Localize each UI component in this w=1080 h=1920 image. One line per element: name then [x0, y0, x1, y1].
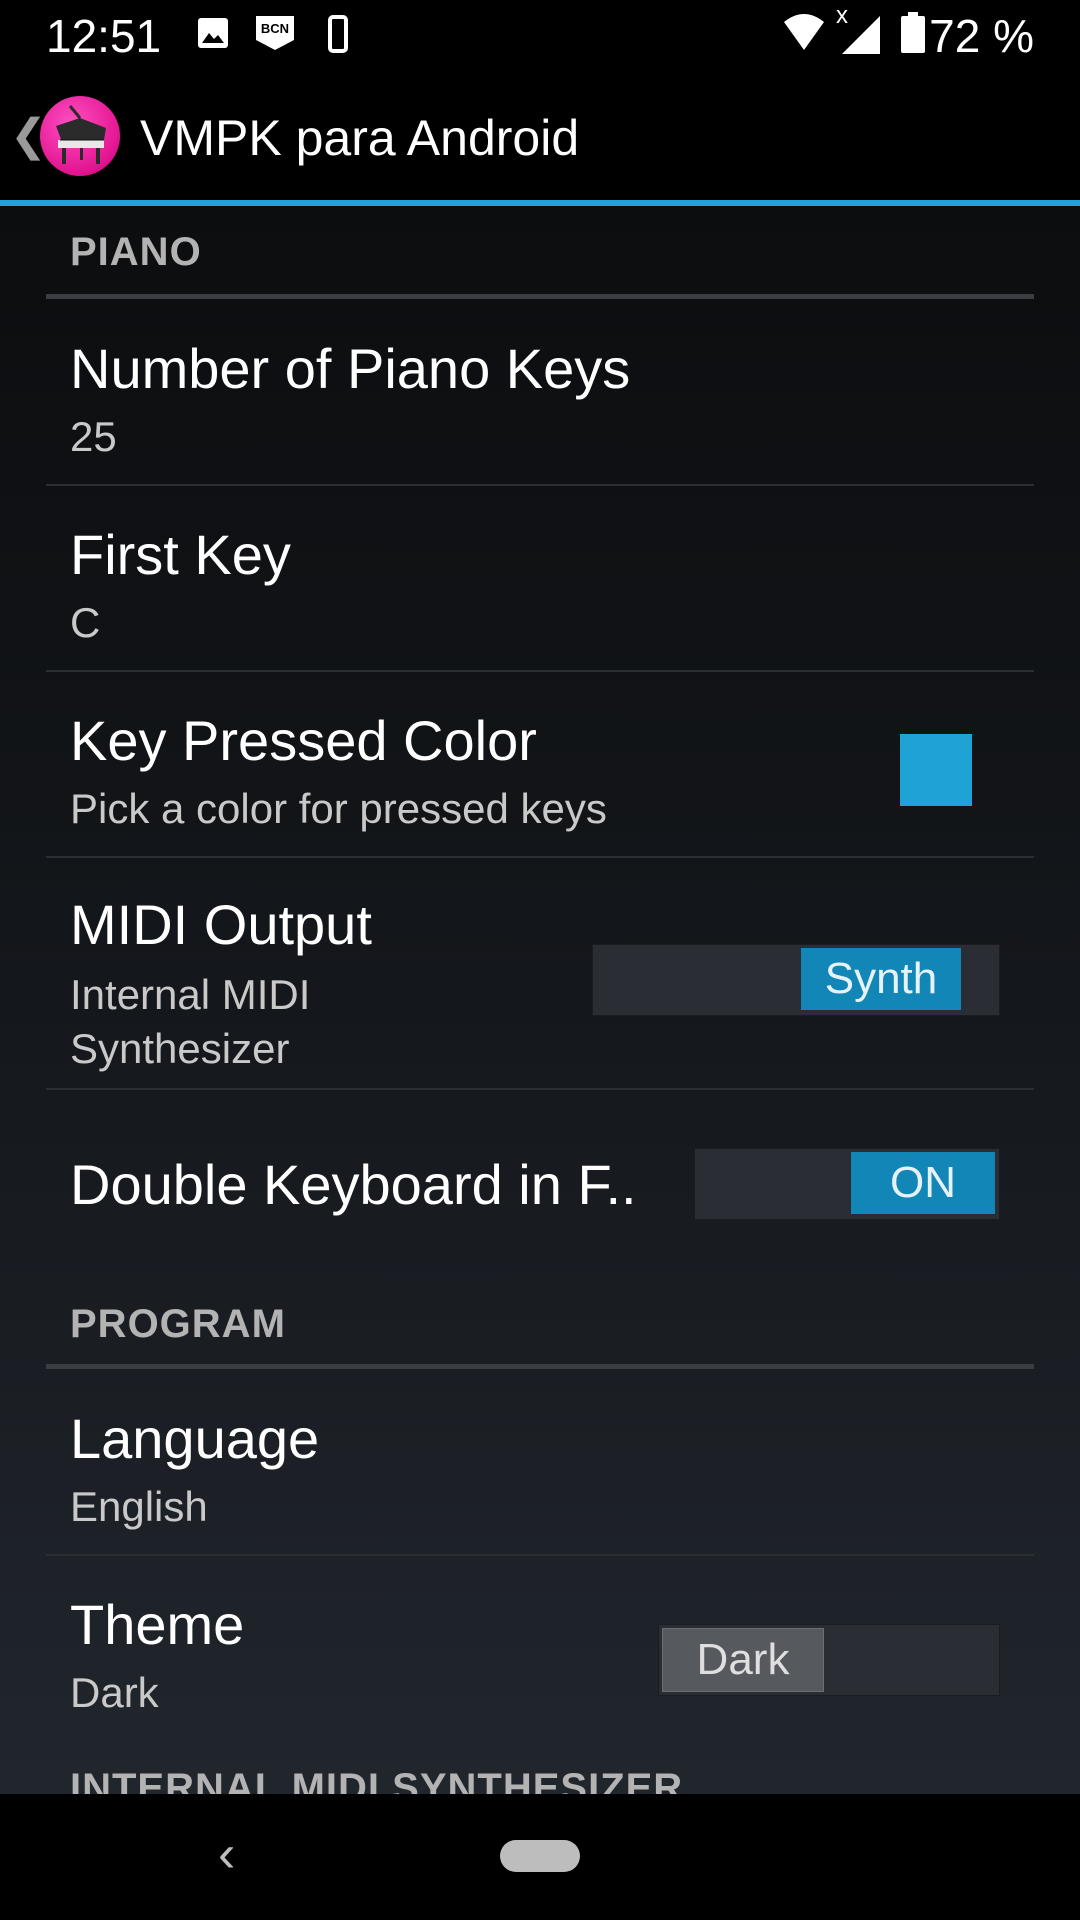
pref-midi-output[interactable]: MIDI Output Internal MIDI Synthesizer Sy…: [0, 858, 1080, 1090]
bcn-badge-icon: BCN: [254, 14, 296, 52]
pref-summary: English: [70, 1483, 208, 1530]
battery-icon: [901, 12, 925, 53]
pref-theme[interactable]: Theme Dark Dark: [0, 1556, 1080, 1746]
battery-percent: 72 %: [929, 10, 1034, 62]
pref-key-pressed-color[interactable]: Key Pressed Color Pick a color for press…: [0, 672, 1080, 858]
pref-title: Double Keyboard in F..: [70, 1153, 637, 1216]
no-signal-icon: x: [836, 2, 882, 56]
category-divider: [46, 294, 1034, 299]
phone-vibrate-icon: [328, 15, 348, 53]
nav-home-pill-icon[interactable]: [500, 1840, 580, 1872]
status-time: 12:51: [46, 10, 162, 62]
pref-title: Language: [70, 1407, 320, 1470]
pref-summary-line1: Internal MIDI: [70, 971, 311, 1018]
pref-summary: Pick a color for pressed keys: [70, 785, 607, 832]
pref-title: Number of Piano Keys: [70, 337, 631, 400]
toggle-thumb: ON: [851, 1152, 995, 1214]
wifi-icon: [784, 14, 824, 50]
pref-first-key[interactable]: First Key C: [0, 486, 1080, 672]
app-logo-icon[interactable]: [40, 96, 120, 176]
toggle-thumb: Dark: [662, 1628, 824, 1692]
category-header-piano: PIANO: [70, 230, 202, 274]
color-swatch[interactable]: [900, 734, 972, 806]
image-icon: [198, 18, 228, 48]
category-divider: [46, 1364, 1034, 1369]
page-title: VMPK para Android: [140, 110, 580, 166]
category-header-internal-midi-synthesizer: INTERNAL MIDI SYNTHESIZER: [70, 1766, 684, 1794]
pref-title: Theme: [70, 1593, 245, 1656]
pref-summary: 25: [70, 413, 117, 460]
category-header-program: PROGRAM: [70, 1302, 286, 1346]
double-keyboard-toggle[interactable]: ON: [694, 1148, 1000, 1220]
status-bar: 12:51 BCN x 72 %: [0, 0, 1080, 72]
toggle-thumb: Synth: [801, 948, 961, 1010]
pref-language[interactable]: Language English: [0, 1370, 1080, 1556]
action-bar: ❮ VMPK para Android: [0, 72, 1080, 200]
pref-double-keyboard[interactable]: Double Keyboard in F.. ON: [0, 1090, 1080, 1276]
pref-summary: C: [70, 599, 101, 646]
nav-back-icon[interactable]: ‹: [218, 1824, 235, 1884]
settings-list[interactable]: PIANO Number of Piano Keys 25 First Key …: [0, 206, 1080, 1794]
pref-title: MIDI Output: [70, 893, 372, 956]
pref-summary: Dark: [70, 1669, 159, 1716]
pref-title: First Key: [70, 523, 291, 586]
midi-output-toggle[interactable]: Synth: [592, 944, 1000, 1016]
pref-title: Key Pressed Color: [70, 709, 537, 772]
pref-summary-line2: Synthesizer: [70, 1025, 290, 1072]
theme-toggle[interactable]: Dark: [658, 1624, 1000, 1696]
pref-number-of-piano-keys[interactable]: Number of Piano Keys 25: [0, 300, 1080, 492]
navigation-bar: ‹: [0, 1794, 1080, 1920]
